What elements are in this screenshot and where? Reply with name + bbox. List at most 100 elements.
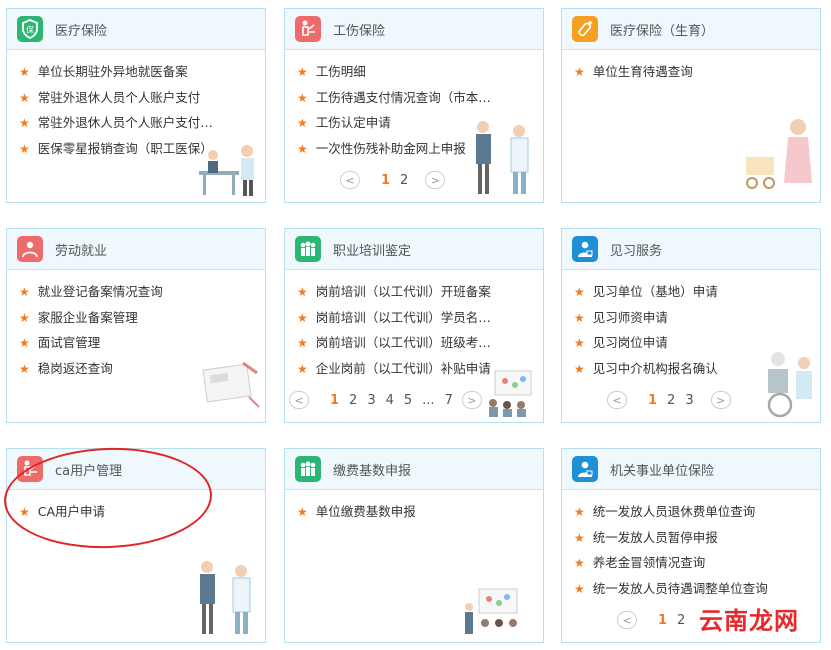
- star-icon: ★: [19, 310, 30, 325]
- card-internship-service: 见习服务 ★ 见习单位（基地）申请 ★ 见习师资申请 ★ 见习岗位申请 ★ 见习中介机构…: [561, 228, 821, 423]
- list-item[interactable]: ★ 就业登记备案情况查询: [19, 279, 255, 305]
- card-work-injury-insurance: 工伤保险 ★ 工伤明细 ★ 工伤待遇支付情况查询（市本… ★ 工伤认定申请 ★ 一次性伤…: [284, 8, 544, 203]
- star-icon: ★: [574, 285, 585, 299]
- page-number[interactable]: 7: [445, 393, 453, 408]
- trainee-icon: [572, 236, 598, 262]
- page-number[interactable]: 1: [658, 613, 667, 628]
- list-item[interactable]: ★ 见习师资申请: [574, 305, 810, 331]
- star-icon: ★: [19, 116, 30, 130]
- star-icon: ★: [574, 336, 585, 350]
- prev-page-button[interactable]: <: [289, 391, 309, 409]
- training-classroom-illustration: [465, 588, 518, 634]
- star-icon: ★: [297, 505, 308, 519]
- star-icon: ★: [297, 141, 308, 156]
- list-item[interactable]: ★ 单位缴费基数申报: [297, 499, 533, 525]
- training-classroom-illustration: [489, 370, 532, 417]
- next-page-button[interactable]: >: [425, 171, 446, 189]
- star-icon: ★: [574, 65, 585, 79]
- page-number[interactable]: 4: [386, 393, 394, 408]
- star-icon: ★: [574, 581, 585, 596]
- page-number[interactable]: 3: [367, 393, 375, 408]
- star-icon: ★: [574, 361, 585, 376]
- card-title: 劳动就业: [55, 244, 108, 259]
- card-title: 工伤保险: [333, 24, 386, 39]
- list-item[interactable]: ★ 家服企业备案管理: [19, 305, 255, 331]
- page-number[interactable]: 2: [400, 173, 408, 188]
- group-icon: [295, 236, 321, 262]
- next-page-button[interactable]: >: [710, 391, 731, 409]
- list-item[interactable]: ★ 常驻外退休人员个人账户支付…: [19, 110, 255, 136]
- list-item[interactable]: ★ 养老金冒领情况查询: [574, 550, 810, 576]
- list-item[interactable]: ★ 见习单位（基地）申请: [574, 279, 810, 305]
- page-number[interactable]: 2: [349, 393, 357, 408]
- card-title: 医疗保险（生育）: [610, 24, 715, 39]
- star-icon: ★: [19, 285, 30, 299]
- card-header: 劳动就业: [7, 229, 265, 270]
- elderly-wheelchair-illustration: [767, 352, 812, 418]
- page-number[interactable]: 1: [330, 393, 339, 408]
- star-icon: ★: [297, 336, 308, 350]
- card-header: 保 医疗保险: [7, 9, 265, 50]
- card-contribution-base: 缴费基数申报 ★ 单位缴费基数申报: [284, 448, 544, 643]
- trainee-icon: [572, 456, 598, 482]
- list-item[interactable]: ★ 岗前培训（以工代训）学员名…: [297, 305, 533, 331]
- card-header: 缴费基数申报: [285, 449, 543, 490]
- shield-icon: 保: [17, 16, 43, 42]
- page-number[interactable]: 3: [685, 393, 693, 408]
- group-icon: [295, 456, 321, 482]
- star-icon: ★: [19, 141, 30, 156]
- list-item[interactable]: ★ 单位生育待遇查询: [574, 59, 810, 85]
- mother-stroller-illustration: [746, 119, 812, 189]
- card-link-list: ★ 岗前培训（以工代训）开班备案 ★ 岗前培训（以工代训）学员名… ★ 岗前培训（以工…: [297, 279, 533, 381]
- card-header: 见习服务: [562, 229, 820, 270]
- prev-page-button[interactable]: <: [617, 611, 637, 629]
- star-icon: ★: [297, 65, 308, 79]
- prev-page-button[interactable]: <: [340, 171, 360, 189]
- list-item[interactable]: ★ 工伤待遇支付情况查询（市本…: [297, 85, 533, 111]
- card-medical-insurance: 保 医疗保险 ★ 单位长期驻外异地就医备案 ★ 常驻外退休人员个人账户支付 ★ 常驻外…: [6, 8, 266, 203]
- doctor-patient-illustration: [476, 121, 529, 194]
- watermark-text: 云南龙网: [699, 607, 799, 635]
- page-ellipsis: ...: [422, 392, 435, 408]
- page-number[interactable]: 2: [677, 613, 685, 628]
- card-vocational-training: 职业培训鉴定 ★ 岗前培训（以工代训）开班备案 ★ 岗前培训（以工代训）学员名… ★…: [284, 228, 544, 423]
- list-item[interactable]: ★ 单位长期驻外异地就医备案: [19, 59, 255, 85]
- card-link-list: ★ 单位生育待遇查询: [574, 59, 810, 85]
- list-item[interactable]: ★ 统一发放人员退休费单位查询: [574, 499, 810, 525]
- card-header: 职业培训鉴定: [285, 229, 543, 270]
- list-item[interactable]: ★ 岗前培训（以工代训）开班备案: [297, 279, 533, 305]
- svg-text:保: 保: [26, 25, 34, 35]
- card-title: 见习服务: [610, 244, 663, 259]
- card-title: 缴费基数申报: [333, 464, 412, 479]
- doctor-patient-illustration: [200, 561, 251, 634]
- prev-page-button[interactable]: <: [607, 391, 627, 409]
- page-number[interactable]: 1: [648, 393, 657, 408]
- card-link-list: ★ 单位缴费基数申报: [297, 499, 533, 525]
- star-icon: ★: [574, 310, 585, 325]
- page-number[interactable]: 5: [404, 393, 412, 408]
- pagination: < 1 2 3 4 5 ... 7 >: [289, 390, 482, 410]
- baby-bottle-icon: [572, 16, 598, 42]
- star-icon: ★: [297, 90, 308, 105]
- next-page-button[interactable]: >: [461, 391, 482, 409]
- list-item[interactable]: ★ 岗前培训（以工代训）班级考…: [297, 330, 533, 356]
- card-header: 机关事业单位保险: [562, 449, 820, 490]
- list-item[interactable]: ★ 统一发放人员暂停申报: [574, 525, 810, 551]
- star-icon: ★: [19, 361, 30, 376]
- star-icon: ★: [297, 116, 308, 130]
- pagination: < 1 2: [617, 610, 690, 630]
- page-number[interactable]: 1: [381, 173, 390, 188]
- list-item[interactable]: ★ 面试官管理: [19, 330, 255, 356]
- worker-icon: [17, 236, 43, 262]
- injured-person-icon: [295, 16, 321, 42]
- card-title: 医疗保险: [55, 24, 108, 39]
- list-item[interactable]: ★ 常驻外退休人员个人账户支付: [19, 85, 255, 111]
- newspaper-illustration: [202, 361, 260, 408]
- card-header: 医疗保险（生育）: [562, 9, 820, 50]
- star-icon: ★: [297, 285, 308, 299]
- list-item[interactable]: ★ 工伤明细: [297, 59, 533, 85]
- card-title: 机关事业单位保险: [610, 464, 715, 479]
- page-number[interactable]: 2: [667, 393, 675, 408]
- list-item[interactable]: ★ 统一发放人员待遇调整单位查询: [574, 576, 810, 602]
- card-labor-employment: 劳动就业 ★ 就业登记备案情况查询 ★ 家服企业备案管理 ★ 面试官管理 ★ 稳岗返还查…: [6, 228, 266, 423]
